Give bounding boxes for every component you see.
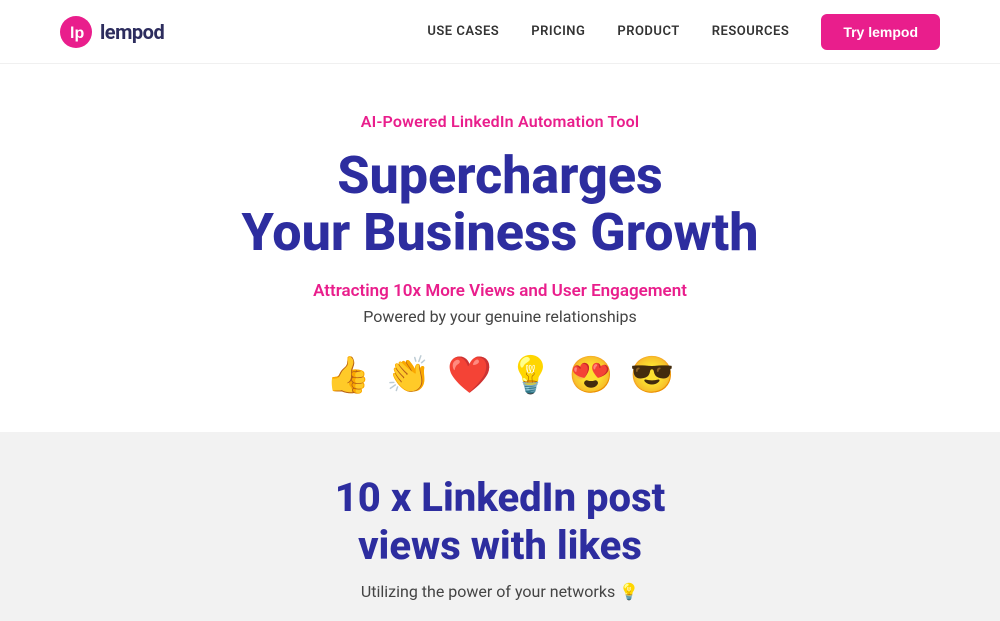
emoji-row: 👍 👏 ❤️ 💡 😍 😎: [40, 354, 960, 396]
hero-description: Powered by your genuine relationships: [40, 307, 960, 326]
hero-section: AI-Powered LinkedIn Automation Tool Supe…: [0, 64, 1000, 432]
bottom-title-line1: 10 x LinkedIn post: [40, 474, 960, 522]
nav-link-pricing[interactable]: PRICING: [531, 24, 585, 39]
emoji-heart: ❤️: [447, 354, 492, 396]
bottom-title-line2: views with likes: [40, 522, 960, 570]
hero-title-line2: Your Business Growth: [40, 204, 960, 261]
nav-link-product[interactable]: PRODUCT: [617, 24, 679, 39]
try-lempod-button[interactable]: Try lempod: [821, 14, 940, 50]
bottom-title: 10 x LinkedIn post views with likes: [40, 474, 960, 570]
emoji-thumbsup: 👍: [326, 354, 371, 396]
hero-title-line1: Supercharges: [40, 147, 960, 204]
hero-title: Supercharges Your Business Growth: [40, 147, 960, 261]
hero-subtitle: AI-Powered LinkedIn Automation Tool: [40, 112, 960, 131]
nav-link-resources[interactable]: RESOURCES: [712, 24, 790, 39]
logo-text: lempod: [100, 20, 164, 44]
svg-text:lp: lp: [70, 25, 84, 42]
emoji-stareyeface: 😍: [569, 354, 614, 396]
bottom-description: Utilizing the power of your networks 💡: [40, 582, 960, 601]
nav-links: USE CASES PRICING PRODUCT RESOURCES Try …: [427, 14, 940, 50]
nav-link-use-cases[interactable]: USE CASES: [427, 24, 499, 39]
logo-icon: lp: [60, 16, 92, 48]
emoji-coolface: 😎: [630, 354, 675, 396]
navbar: lp lempod USE CASES PRICING PRODUCT RESO…: [0, 0, 1000, 64]
emoji-bulb: 💡: [508, 354, 553, 396]
logo[interactable]: lp lempod: [60, 16, 164, 48]
bottom-section: 10 x LinkedIn post views with likes Util…: [0, 432, 1000, 621]
emoji-clap: 👏: [386, 354, 431, 396]
hero-tagline: Attracting 10x More Views and User Engag…: [40, 281, 960, 301]
